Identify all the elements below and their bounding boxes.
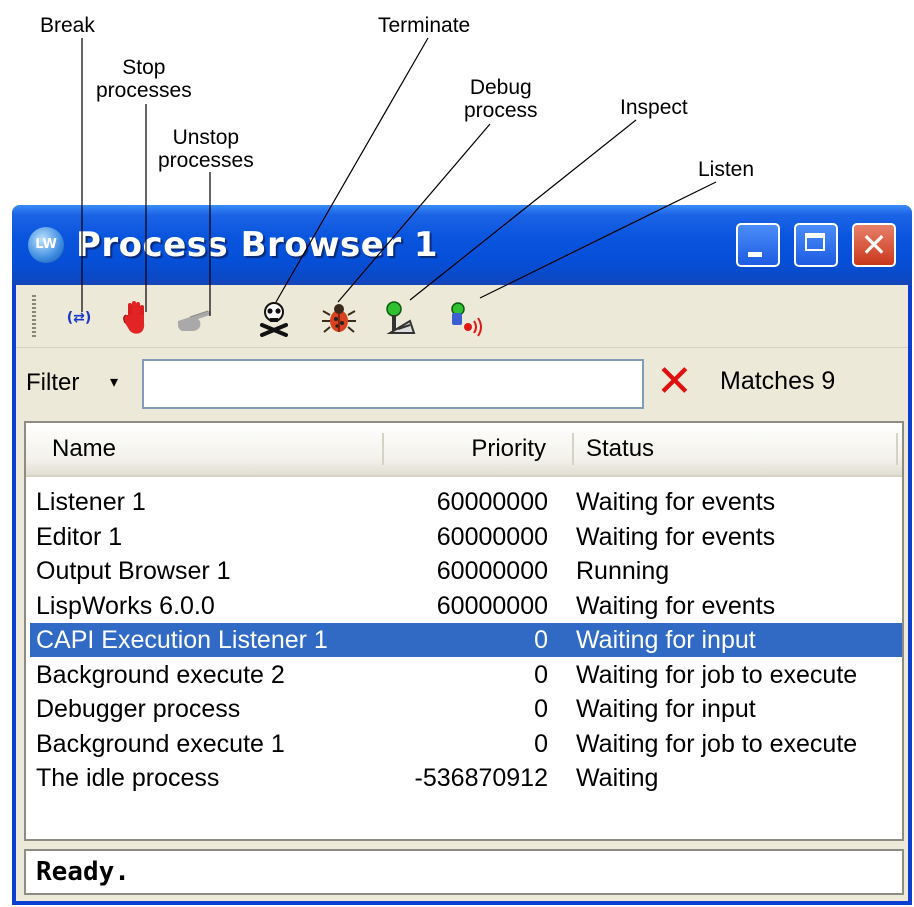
- close-icon: ✕: [860, 226, 888, 264]
- process-status: Waiting for input: [576, 626, 756, 654]
- clear-filter-icon[interactable]: ✕: [656, 357, 693, 407]
- callout-break: Break: [40, 14, 95, 37]
- filter-dropdown-icon[interactable]: ▾: [110, 369, 118, 397]
- unstop-hand-icon: [178, 310, 211, 331]
- callout-inspect: Inspect: [620, 96, 688, 119]
- process-name: LispWorks 6.0.0: [36, 591, 215, 620]
- callout-listen: Listen: [698, 158, 755, 181]
- column-header-status[interactable]: Status: [586, 435, 654, 463]
- process-row[interactable]: Editor 1 60000000 Waiting for events: [30, 520, 902, 554]
- process-row[interactable]: Background execute 1 0 Waiting for job to …: [30, 727, 902, 761]
- callout-stop-processes: Stop processes: [96, 56, 192, 102]
- process-row[interactable]: CAPI Execution Listener 1 0 Waiting for in…: [30, 623, 902, 657]
- process-priority: 60000000: [436, 557, 548, 585]
- process-browser-window: LW Process Browser 1 ✕ (⇄) Filter ▾ ✕ Ma…: [12, 205, 912, 905]
- process-priority: 60000000: [436, 522, 548, 551]
- process-status: Waiting for events: [576, 488, 776, 516]
- bug-icon: [322, 304, 356, 333]
- column-divider[interactable]: [896, 433, 898, 465]
- window-title: Process Browser 1: [76, 225, 439, 265]
- unstop-processes-button[interactable]: [174, 299, 212, 337]
- terminate-button[interactable]: [256, 299, 294, 337]
- status-bar: Ready.: [24, 849, 904, 895]
- listen-button[interactable]: [446, 299, 484, 337]
- title-bar[interactable]: LW Process Browser 1 ✕: [12, 205, 912, 285]
- column-divider[interactable]: [382, 433, 384, 465]
- process-row[interactable]: Output Browser 1 60000000 Running: [30, 554, 902, 588]
- process-status: Waiting for input: [576, 695, 756, 723]
- process-status: Waiting for job to execute: [576, 729, 858, 758]
- toolbar: (⇄): [16, 285, 908, 348]
- process-priority: 0: [534, 695, 548, 723]
- process-name: Editor 1: [36, 522, 123, 551]
- process-priority: 0: [534, 660, 548, 689]
- listen-icon: [451, 302, 482, 337]
- process-priority: -536870912: [414, 764, 548, 792]
- process-row[interactable]: The idle process -536870912 Waiting: [30, 761, 902, 795]
- process-priority: 60000000: [436, 591, 548, 620]
- process-status: Waiting: [576, 764, 659, 792]
- matches-count: Matches 9: [720, 367, 836, 395]
- filter-input[interactable]: [142, 359, 644, 409]
- process-priority: 0: [534, 729, 548, 758]
- lispworks-app-icon[interactable]: LW: [28, 227, 64, 263]
- process-name: Debugger process: [36, 695, 241, 723]
- filter-row: Filter ▾ ✕ Matches 9: [16, 351, 908, 417]
- process-row[interactable]: Background execute 2 0 Waiting for job to …: [30, 658, 902, 692]
- close-button[interactable]: ✕: [852, 223, 896, 267]
- status-text: Ready.: [36, 857, 130, 887]
- process-name: CAPI Execution Listener 1: [36, 626, 328, 654]
- break-icon: (⇄): [66, 310, 92, 326]
- callout-unstop-processes: Unstop processes: [158, 126, 254, 172]
- process-name: Output Browser 1: [36, 557, 231, 585]
- column-divider[interactable]: [572, 433, 574, 465]
- process-row[interactable]: LispWorks 6.0.0 60000000 Waiting for event…: [30, 589, 902, 623]
- toolbar-grip[interactable]: [32, 295, 36, 339]
- process-name: Background execute 2: [36, 660, 285, 689]
- column-header-priority[interactable]: Priority: [471, 435, 546, 463]
- inspect-icon: [386, 301, 416, 334]
- column-header-name[interactable]: Name: [52, 435, 116, 463]
- skull-crossbones-icon: [260, 302, 288, 337]
- break-button[interactable]: (⇄): [60, 299, 98, 337]
- stop-hand-icon: [123, 301, 145, 334]
- process-priority: 0: [534, 626, 548, 654]
- maximize-button[interactable]: [794, 223, 838, 267]
- process-name: Listener 1: [36, 488, 146, 516]
- process-name: Background execute 1: [36, 729, 285, 758]
- process-list[interactable]: Name Priority Status Listener 1 60000000 W…: [24, 421, 904, 841]
- process-row[interactable]: Debugger process 0 Waiting for input: [30, 692, 902, 726]
- process-name: The idle process: [36, 764, 220, 792]
- process-row[interactable]: Listener 1 60000000 Waiting for events: [30, 485, 902, 519]
- process-priority: 60000000: [436, 488, 548, 516]
- debug-process-button[interactable]: [320, 299, 358, 337]
- process-status: Waiting for events: [576, 591, 776, 620]
- process-status: Waiting for job to execute: [576, 660, 858, 689]
- callout-debug-process: Debug process: [464, 76, 538, 122]
- minimize-button[interactable]: [736, 223, 780, 267]
- process-status: Running: [576, 557, 670, 585]
- inspect-button[interactable]: [382, 299, 420, 337]
- stop-processes-button[interactable]: [116, 299, 154, 337]
- list-header: Name Priority Status: [26, 423, 902, 477]
- filter-label[interactable]: Filter: [26, 369, 79, 397]
- process-status: Waiting for events: [576, 522, 776, 551]
- callout-terminate: Terminate: [378, 14, 471, 37]
